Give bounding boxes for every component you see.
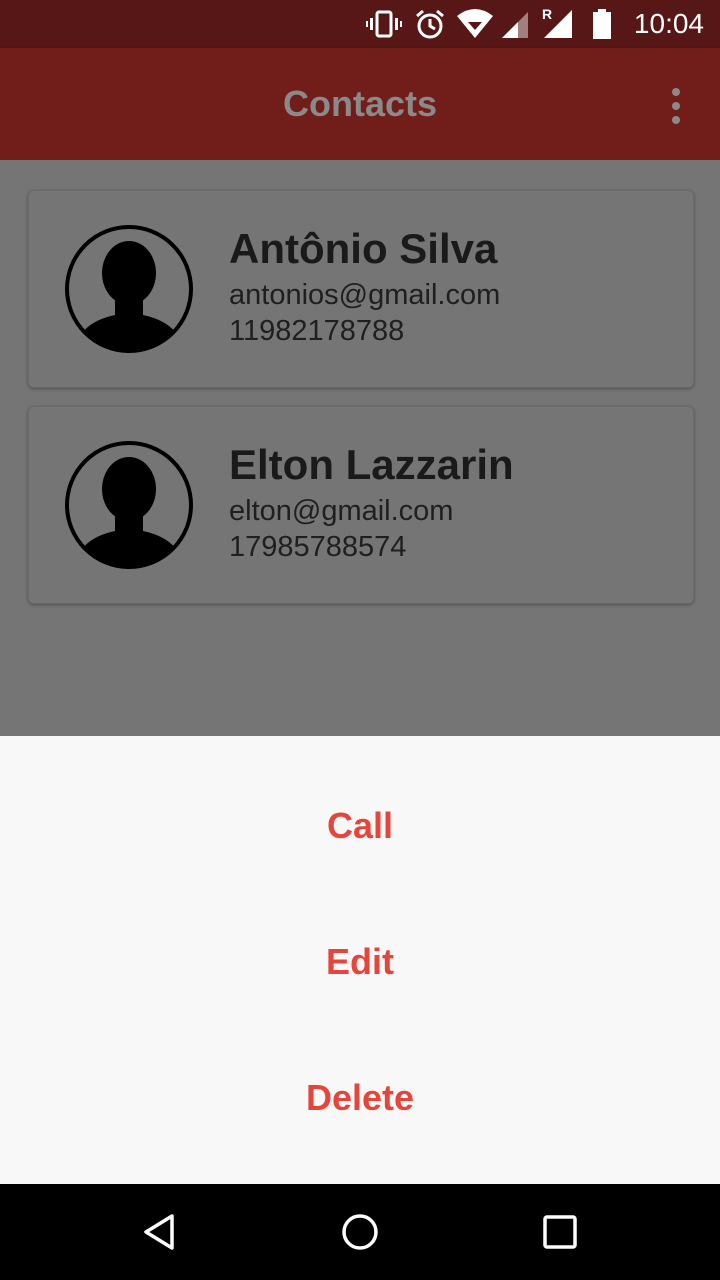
contact-phone: 11982178788 xyxy=(229,315,405,347)
roaming-signal-icon: R xyxy=(540,6,574,40)
person-avatar-icon xyxy=(65,225,193,353)
edit-button[interactable]: Edit xyxy=(0,894,720,1030)
nav-bar xyxy=(0,1184,720,1280)
contact-card[interactable]: Elton Lazzarin elton@gmail.com 179857885… xyxy=(28,406,694,604)
status-time: 10:04 xyxy=(633,8,704,39)
contact-email: elton@gmail.com xyxy=(229,495,454,527)
alarm-icon xyxy=(416,9,444,39)
call-button[interactable]: Call xyxy=(0,758,720,894)
more-vert-icon[interactable] xyxy=(660,86,692,126)
app-bar: Contacts xyxy=(0,48,720,160)
wifi-icon xyxy=(457,9,493,38)
contact-email: antonios@gmail.com xyxy=(229,279,501,311)
status-bar: R 10:04 xyxy=(0,0,720,48)
delete-button[interactable]: Delete xyxy=(0,1030,720,1166)
back-icon[interactable] xyxy=(140,1212,180,1252)
contact-name: Elton Lazzarin xyxy=(229,441,514,488)
contact-phone: 17985788574 xyxy=(229,531,407,563)
bottom-sheet: Call Edit Delete xyxy=(0,736,720,1184)
page-title: Contacts xyxy=(282,83,438,124)
home-icon[interactable] xyxy=(340,1212,380,1252)
battery-icon xyxy=(593,9,611,39)
contact-list: Antônio Silva antonios@gmail.com 1198217… xyxy=(0,160,720,736)
contact-name: Antônio Silva xyxy=(229,225,498,272)
vibrate-icon xyxy=(366,10,402,38)
contact-card[interactable]: Antônio Silva antonios@gmail.com 1198217… xyxy=(28,190,694,388)
person-avatar-icon xyxy=(65,441,193,569)
recents-icon[interactable] xyxy=(540,1212,580,1252)
signal-icon xyxy=(502,12,528,38)
